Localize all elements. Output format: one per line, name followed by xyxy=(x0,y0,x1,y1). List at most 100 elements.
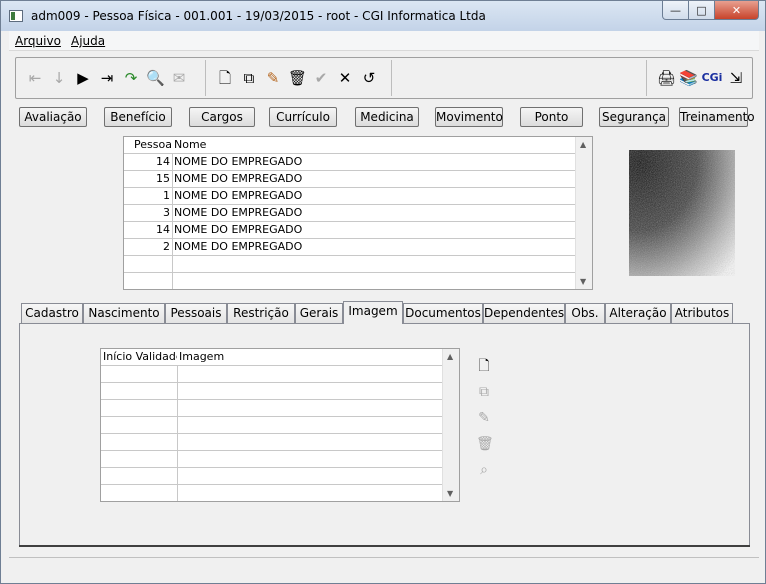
row-id: 15 xyxy=(156,172,170,185)
filter-icon[interactable]: 🔍 xyxy=(146,69,165,87)
table-row[interactable] xyxy=(101,451,443,468)
header-nome[interactable]: Nome xyxy=(174,137,274,154)
confirm-icon[interactable]: ✔ xyxy=(312,69,330,87)
goto-icon[interactable]: ↷ xyxy=(122,69,140,87)
row-name: NOME DO EMPREGADO xyxy=(174,155,303,168)
scroll-down-icon[interactable]: ▼ xyxy=(580,277,586,286)
tab-atributos[interactable]: Atributos xyxy=(671,303,733,323)
scroll-up-icon[interactable]: ▲ xyxy=(447,352,453,361)
table-row[interactable] xyxy=(101,383,443,400)
header-imagem[interactable]: Imagem xyxy=(179,349,279,366)
avaliacao-button[interactable]: Avaliação xyxy=(19,107,87,127)
row-name: NOME DO EMPREGADO xyxy=(174,223,303,236)
close-button[interactable]: ✕ xyxy=(715,1,759,20)
table-row[interactable] xyxy=(101,434,443,451)
employee-photo xyxy=(629,150,735,276)
table-row[interactable]: 1 NOME DO EMPREGADO xyxy=(124,188,576,205)
copy-image-icon[interactable]: ⧉ xyxy=(476,384,492,400)
delete-icon[interactable]: 🗑 xyxy=(288,69,307,87)
minimize-button[interactable]: — xyxy=(662,1,689,20)
title-bar[interactable]: adm009 - Pessoa Física - 001.001 - 19/03… xyxy=(1,1,765,31)
row-id: 14 xyxy=(156,223,170,236)
table-row[interactable] xyxy=(124,273,576,289)
table-row[interactable]: 15 NOME DO EMPREGADO xyxy=(124,171,576,188)
cgi-logo-icon[interactable]: CGi xyxy=(701,69,723,87)
table-row[interactable]: 3 NOME DO EMPREGADO xyxy=(124,205,576,222)
people-grid-scrollbar[interactable]: ▲ ▼ xyxy=(575,137,592,289)
menu-ajuda[interactable]: Ajuda xyxy=(71,34,105,48)
table-row[interactable] xyxy=(101,400,443,417)
row-id: 3 xyxy=(163,206,170,219)
next-record-icon[interactable]: ▶ xyxy=(74,69,92,87)
copy-icon[interactable]: ⧉ xyxy=(240,69,258,87)
toolbar: ⇤ ↓ ▶ ⇥ ↷ 🔍 ✉ 🗋 ⧉ ✎ 🗑 ✔ ✕ ↺ 🖨 📚 CGi ⇲ xyxy=(15,57,753,99)
imagem-tab-panel: Início Validade Imagem ▲ ▼ 🗋 ⧉ ✎ 🗑 ⌕ xyxy=(19,323,750,547)
scroll-down-icon[interactable]: ▼ xyxy=(447,489,453,498)
cancel-icon[interactable]: ✕ xyxy=(336,69,354,87)
tab-cadastro[interactable]: Cadastro xyxy=(21,303,83,323)
edit-icon[interactable]: ✎ xyxy=(264,69,282,87)
right-group: 🖨 📚 CGi ⇲ xyxy=(646,60,752,96)
menu-arquivo[interactable]: Arquivo xyxy=(15,34,61,48)
movimento-button[interactable]: Movimento xyxy=(435,107,503,127)
tab-alteracao[interactable]: Alteração xyxy=(605,303,671,323)
main-window: adm009 - Pessoa Física - 001.001 - 19/03… xyxy=(0,0,766,584)
tab-dependentes[interactable]: Dependentes xyxy=(483,303,565,323)
exit-icon[interactable]: ⇲ xyxy=(727,69,745,87)
menu-bar: Arquivo Ajuda xyxy=(9,31,759,51)
print-icon[interactable]: 🖨 xyxy=(657,69,676,87)
seguranca-button[interactable]: Segurança xyxy=(599,107,669,127)
curriculo-button[interactable]: Currículo xyxy=(269,107,337,127)
people-grid-header: Pessoa Nome xyxy=(124,137,592,154)
delete-image-icon[interactable]: 🗑 xyxy=(476,436,494,452)
beneficio-button[interactable]: Benefício xyxy=(104,107,172,127)
edit-image-icon[interactable]: ✎ xyxy=(476,410,492,426)
client-area: ⇤ ↓ ▶ ⇥ ↷ 🔍 ✉ 🗋 ⧉ ✎ 🗑 ✔ ✕ ↺ 🖨 📚 CGi ⇲ Av… xyxy=(9,51,759,577)
people-grid[interactable]: Pessoa Nome 14 NOME DO EMPREGADO 15 NOME… xyxy=(123,136,593,290)
tab-obs[interactable]: Obs. xyxy=(565,303,605,323)
tab-documentos[interactable]: Documentos xyxy=(403,303,483,323)
table-row[interactable]: 14 NOME DO EMPREGADO xyxy=(124,222,576,239)
first-record-icon[interactable]: ⇤ xyxy=(26,69,44,87)
status-bar xyxy=(9,557,759,577)
mail-icon[interactable]: ✉ xyxy=(170,69,188,87)
image-grid[interactable]: Início Validade Imagem ▲ ▼ xyxy=(100,348,460,502)
row-id: 1 xyxy=(163,189,170,202)
row-name: NOME DO EMPREGADO xyxy=(174,189,303,202)
image-grid-scrollbar[interactable]: ▲ ▼ xyxy=(442,349,459,501)
row-name: NOME DO EMPREGADO xyxy=(174,206,303,219)
header-inicio-validade[interactable]: Início Validade xyxy=(103,349,177,366)
edit-group: 🗋 ⧉ ✎ 🗑 ✔ ✕ ↺ xyxy=(206,60,392,96)
undo-icon[interactable]: ↺ xyxy=(360,69,378,87)
row-name: NOME DO EMPREGADO xyxy=(174,240,303,253)
tab-pessoais[interactable]: Pessoais xyxy=(165,303,227,323)
tab-imagem[interactable]: Imagem xyxy=(343,301,403,324)
table-row[interactable] xyxy=(101,417,443,434)
header-pessoa[interactable]: Pessoa xyxy=(124,137,172,154)
medicina-button[interactable]: Medicina xyxy=(355,107,419,127)
tab-strip: Cadastro Nascimento Pessoais Restrição G… xyxy=(21,301,751,324)
tab-nascimento[interactable]: Nascimento xyxy=(83,303,165,323)
row-id: 14 xyxy=(156,155,170,168)
last-record-icon[interactable]: ⇥ xyxy=(98,69,116,87)
cargos-button[interactable]: Cargos xyxy=(189,107,255,127)
tab-gerais[interactable]: Gerais xyxy=(295,303,343,323)
table-row[interactable] xyxy=(101,366,443,383)
scroll-up-icon[interactable]: ▲ xyxy=(580,140,586,149)
treinamento-button[interactable]: Treinamento xyxy=(679,107,755,127)
search-image-icon[interactable]: ⌕ xyxy=(476,462,492,478)
new-icon[interactable]: 🗋 xyxy=(216,69,234,87)
new-image-icon[interactable]: 🗋 xyxy=(476,358,492,374)
books-icon[interactable]: 📚 xyxy=(679,69,698,87)
column-divider xyxy=(177,366,178,501)
table-row[interactable] xyxy=(124,256,576,273)
tab-restricao[interactable]: Restrição xyxy=(227,303,295,323)
maximize-button[interactable]: □ xyxy=(689,1,715,20)
ponto-button[interactable]: Ponto xyxy=(520,107,583,127)
table-row[interactable]: 2 NOME DO EMPREGADO xyxy=(124,239,576,256)
table-row[interactable]: 14 NOME DO EMPREGADO xyxy=(124,154,576,171)
table-row[interactable] xyxy=(101,468,443,485)
previous-record-icon[interactable]: ↓ xyxy=(50,69,68,87)
window-title: adm009 - Pessoa Física - 001.001 - 19/03… xyxy=(31,9,486,23)
column-divider xyxy=(172,154,173,289)
